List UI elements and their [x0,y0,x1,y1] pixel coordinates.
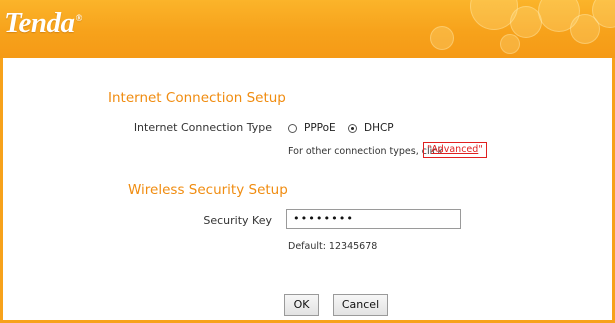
radio-label-dhcp: DHCP [364,122,394,134]
security-key-label: Security Key [203,214,272,227]
frame-border-left [0,58,3,323]
cancel-button[interactable]: Cancel [333,294,388,316]
header-banner: Tenda® [0,0,615,58]
advanced-highlight: "Advanced" [423,142,487,158]
radio-button-checked[interactable] [348,123,357,133]
security-key-input[interactable]: •••••••• [286,209,461,229]
connection-type-label: Internet Connection Type [133,121,272,134]
tenda-logo: Tenda® [4,7,82,39]
wireless-section-title: Wireless Security Setup [128,182,288,198]
radio-pppoe[interactable]: PPPoE [288,122,336,134]
radio-dhcp[interactable]: DHCP [348,122,394,134]
default-key-text: Default: 12345678 [288,241,378,252]
other-types-text: For other connection types, click [288,146,443,157]
radio-label-pppoe: PPPoE [304,122,336,134]
ok-button[interactable]: OK [284,294,319,316]
decorative-bubble [430,26,454,50]
advanced-link[interactable]: Advanced [431,144,478,155]
radio-button[interactable] [288,123,297,133]
internet-section-title: Internet Connection Setup [108,90,286,106]
decorative-bubble [500,34,520,54]
